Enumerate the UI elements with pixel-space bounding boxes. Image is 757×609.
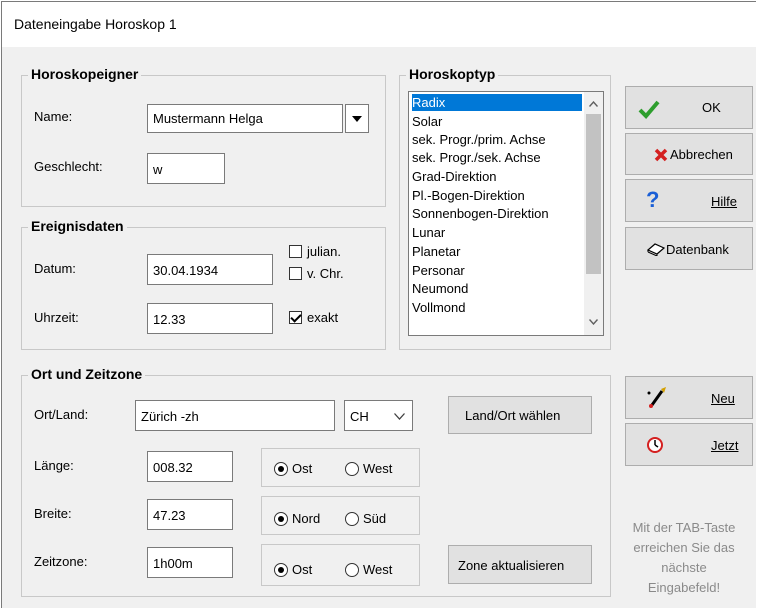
- clock-icon: [647, 437, 663, 453]
- location-legend: Ort und Zeitzone: [28, 366, 146, 382]
- hint-line-3: nächste: [661, 560, 707, 575]
- owner-group: Horoskopeigner: [21, 66, 386, 207]
- update-zone-button[interactable]: Zone aktualisieren: [448, 545, 592, 584]
- gender-label: Geschlecht:: [34, 159, 103, 174]
- database-button[interactable]: Datenbank: [625, 227, 753, 270]
- new-icon: [647, 387, 666, 408]
- chevron-down-icon: [394, 413, 405, 420]
- list-item[interactable]: Sonnenbogen-Direktion: [412, 205, 549, 222]
- longitude-east-label: Ost: [292, 461, 313, 476]
- hint-line-2: erreichen Sie das: [633, 540, 735, 555]
- question-icon: ?: [646, 187, 660, 212]
- country-value: CH: [350, 409, 369, 424]
- ok-button[interactable]: OK: [625, 86, 753, 129]
- ok-label: OK: [702, 100, 721, 115]
- list-item[interactable]: sek. Progr./prim. Achse: [412, 131, 546, 148]
- new-button[interactable]: Neu: [625, 376, 753, 419]
- choose-location-button[interactable]: Land/Ort wählen: [448, 396, 592, 434]
- place-label: Ort/Land:: [34, 407, 89, 422]
- cancel-label: Abbrechen: [670, 147, 733, 162]
- country-select[interactable]: CH: [344, 400, 413, 431]
- list-scrollbar[interactable]: [584, 92, 603, 335]
- list-item[interactable]: Personar: [412, 262, 465, 279]
- gender-input[interactable]: w: [147, 153, 225, 184]
- latitude-label: Breite:: [34, 506, 72, 521]
- name-dropdown-button[interactable]: [345, 104, 369, 133]
- type-legend: Horoskoptyp: [406, 66, 499, 82]
- date-input[interactable]: 30.04.1934: [147, 254, 273, 285]
- longitude-input[interactable]: 008.32: [147, 451, 233, 482]
- time-input[interactable]: 12.33: [147, 303, 273, 334]
- list-item[interactable]: Neumond: [412, 280, 468, 297]
- timezone-east-label: Ost: [292, 562, 313, 577]
- longitude-west-radio[interactable]: [345, 462, 359, 476]
- chevron-down-icon: [351, 114, 363, 124]
- date-label: Datum:: [34, 261, 76, 276]
- new-label: Neu: [711, 391, 735, 406]
- now-button[interactable]: Jetzt: [625, 423, 753, 466]
- timezone-west-label: West: [363, 562, 393, 577]
- name-input[interactable]: Mustermann Helga: [147, 104, 343, 133]
- latitude-south-radio[interactable]: [345, 512, 359, 526]
- list-item[interactable]: Radix: [412, 94, 582, 111]
- longitude-west-label: West: [363, 461, 393, 476]
- list-item[interactable]: Lunar: [412, 224, 445, 241]
- event-legend: Ereignisdaten: [28, 218, 127, 234]
- timezone-east-radio[interactable]: [274, 563, 288, 577]
- timezone-input[interactable]: 1h00m: [147, 547, 233, 578]
- database-icon: [646, 243, 666, 256]
- cancel-button[interactable]: Abbrechen: [625, 133, 753, 175]
- name-label: Name:: [34, 109, 73, 124]
- bc-checkbox[interactable]: [289, 267, 302, 280]
- database-label: Datenbank: [666, 242, 729, 257]
- title-bar: Dateneingabe Horoskop 1: [2, 2, 756, 47]
- time-label: Uhrzeit:: [34, 310, 79, 325]
- list-item[interactable]: Solar: [412, 113, 442, 130]
- list-item[interactable]: Vollmond: [412, 299, 465, 316]
- window-title: Dateneingabe Horoskop 1: [14, 16, 177, 32]
- help-label: Hilfe: [711, 194, 738, 209]
- scroll-down-icon[interactable]: [589, 319, 598, 325]
- julian-checkbox[interactable]: [289, 245, 302, 258]
- list-item[interactable]: Planetar: [412, 243, 460, 260]
- latitude-input[interactable]: 47.23: [147, 499, 233, 530]
- scroll-up-icon[interactable]: [589, 101, 598, 107]
- latitude-south-label: Süd: [363, 511, 387, 526]
- exact-label: exakt: [307, 310, 339, 325]
- list-item[interactable]: Pl.-Bogen-Direktion: [412, 187, 525, 204]
- latitude-north-label: Nord: [292, 511, 321, 526]
- close-icon: [654, 148, 668, 162]
- hint-line-1: Mit der TAB-Taste: [632, 520, 736, 535]
- place-input[interactable]: Zürich -zh: [135, 400, 335, 431]
- checkmark-icon: [638, 100, 660, 119]
- timezone-west-radio[interactable]: [345, 563, 359, 577]
- longitude-east-radio[interactable]: [274, 462, 288, 476]
- list-item[interactable]: Grad-Direktion: [412, 168, 497, 185]
- latitude-north-radio[interactable]: [274, 512, 288, 526]
- horoscope-type-list[interactable]: Radix Solar sek. Progr./prim. Achse sek.…: [408, 91, 604, 336]
- owner-legend: Horoskopeigner: [28, 66, 142, 82]
- help-button[interactable]: ? Hilfe: [625, 179, 753, 222]
- update-zone-label: Zone aktualisieren: [458, 558, 565, 573]
- choose-location-label: Land/Ort wählen: [465, 408, 561, 423]
- tab-hint: Mit der TAB-Taste erreichen Sie das näch…: [611, 518, 757, 598]
- scroll-thumb[interactable]: [586, 114, 601, 274]
- dialog-window: Dateneingabe Horoskop 1 Horoskopeigner N…: [1, 1, 756, 608]
- bc-label: v. Chr.: [307, 266, 344, 281]
- list-item[interactable]: sek. Progr./sek. Achse: [412, 149, 541, 166]
- now-label: Jetzt: [711, 438, 739, 453]
- timezone-label: Zeitzone:: [34, 554, 88, 569]
- hint-line-4: Eingabefeld!: [647, 580, 721, 595]
- longitude-label: Länge:: [34, 458, 74, 473]
- exact-checkbox[interactable]: [289, 311, 302, 324]
- julian-label: julian.: [307, 244, 341, 259]
